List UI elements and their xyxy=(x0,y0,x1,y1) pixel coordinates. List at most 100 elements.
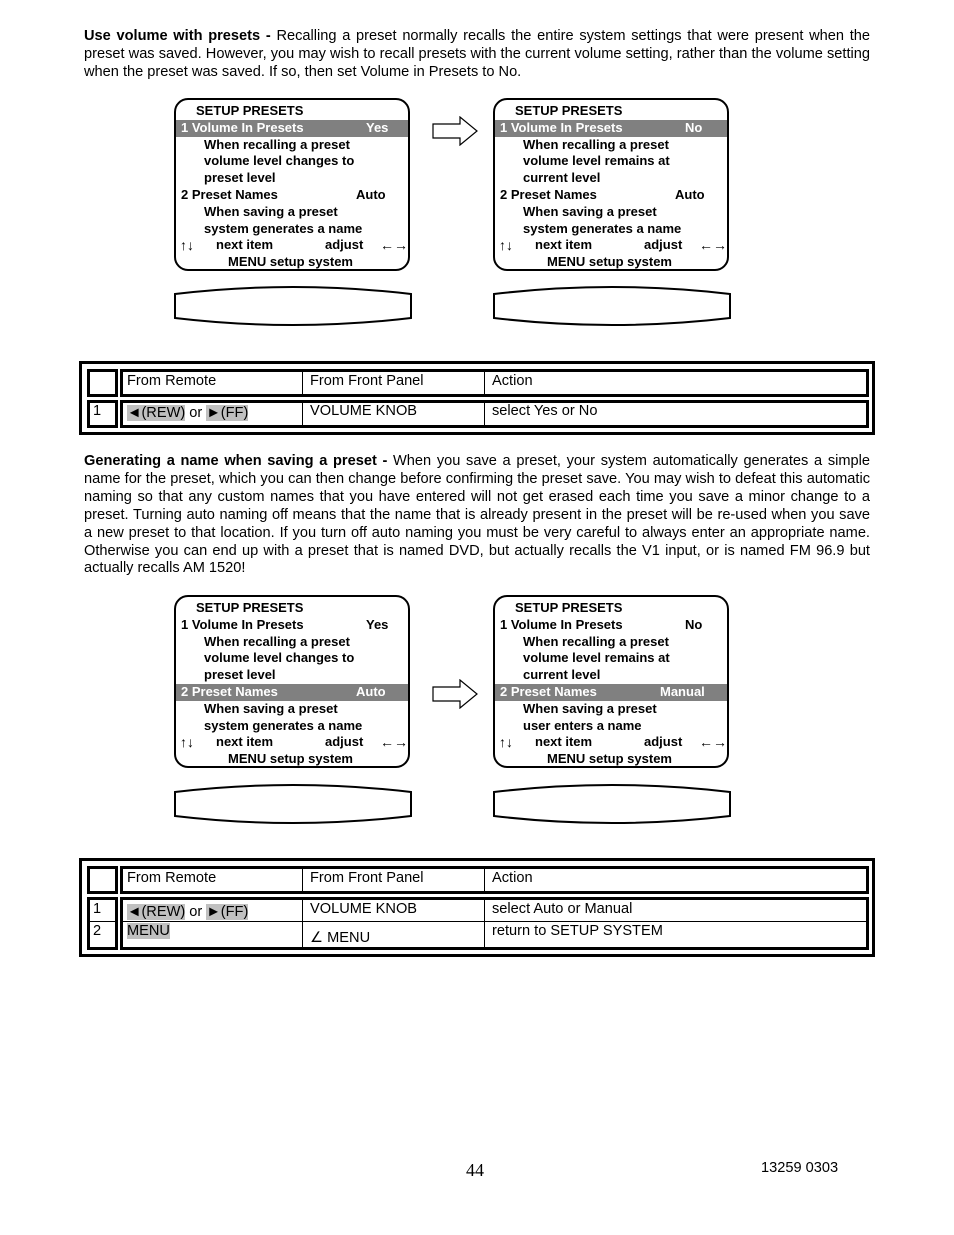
osd-title: SETUP PRESETS xyxy=(515,600,623,615)
osd-item-value: Auto xyxy=(356,684,386,699)
rew-button-label: ◄(REW) xyxy=(127,405,186,421)
osd-title: SETUP PRESETS xyxy=(196,103,304,118)
osd-description-line: When recalling a preset xyxy=(176,634,408,651)
osd-menu-line: MENU setup system xyxy=(176,254,408,270)
remote-buttons: ◄(REW) or ►(FF) xyxy=(127,904,249,920)
osd-screen-volume-no: SETUP PRESETS 1 Volume In Presets No When r… xyxy=(493,98,729,271)
left-right-arrows-icon: ←→ xyxy=(699,734,727,751)
row-number: 1 xyxy=(93,403,102,419)
osd-item-value: Yes xyxy=(366,119,389,135)
osd-next-item-hint: next item xyxy=(535,237,593,253)
osd-item-label: 2 Preset Names xyxy=(500,187,597,202)
volume-presets-heading: Use volume with presets - xyxy=(84,28,271,44)
osd-description-line: When recalling a preset xyxy=(495,634,727,651)
up-down-arrows-icon: ↑↓ xyxy=(499,237,513,254)
osd-navigation-line: ↑↓ next item adjust ←→ xyxy=(176,734,408,751)
osd-description-line: When saving a preset xyxy=(176,204,408,221)
osd-item-volume-in-presets: 1 Volume In Presets No xyxy=(495,119,727,137)
osd-description: user enters a name xyxy=(523,717,642,733)
header-action: Action xyxy=(492,373,533,389)
front-panel-control: VOLUME KNOB xyxy=(310,403,418,419)
osd-description-line: current level xyxy=(495,170,727,187)
osd-item-label: 1 Volume In Presets xyxy=(500,616,623,632)
osd-description: system generates a name xyxy=(523,220,682,236)
row-number: 1 xyxy=(93,901,102,917)
osd-item-value: No xyxy=(685,616,703,632)
osd-description: volume level remains at xyxy=(523,153,670,169)
preset-naming-body: When you save a preset, your system auto… xyxy=(84,453,870,577)
osd-navigation-line: ↑↓ next item adjust ←→ xyxy=(495,237,727,254)
osd-adjust-hint: adjust xyxy=(325,237,364,253)
right-arrow-icon xyxy=(432,679,478,709)
osd-description: When saving a preset xyxy=(523,700,657,716)
osd-item-label: 2 Preset Names xyxy=(181,684,278,699)
osd-title-line: SETUP PRESETS xyxy=(495,600,727,617)
left-right-arrows-icon: ←→ xyxy=(380,237,408,254)
osd-navigation-line: ↑↓ next item adjust ←→ xyxy=(176,237,408,254)
osd-item-volume-in-presets: 1 Volume In Presets Yes xyxy=(176,119,408,137)
document-code: 13259 0303 xyxy=(761,1160,839,1176)
preset-naming-paragraph: Generating a name when saving a preset -… xyxy=(84,453,870,578)
up-down-arrows-icon: ↑↓ xyxy=(499,734,513,751)
header-from-remote: From Remote xyxy=(127,870,217,886)
header-from-front-panel: From Front Panel xyxy=(310,373,424,389)
osd-title-line: SETUP PRESETS xyxy=(495,103,727,120)
osd-title: SETUP PRESETS xyxy=(196,600,304,615)
osd-description: When saving a preset xyxy=(204,700,338,716)
osd-item-volume-in-presets: 1 Volume In Presets Yes xyxy=(176,617,408,634)
osd-description: When recalling a preset xyxy=(204,136,350,152)
row-num-cell xyxy=(87,897,118,950)
header-num-cell xyxy=(87,866,118,894)
up-down-arrows-icon: ↑↓ xyxy=(180,237,194,254)
osd-menu-hint: MENU setup system xyxy=(228,254,353,270)
action-text: select Auto or Manual xyxy=(492,901,633,917)
osd-description: volume level changes to xyxy=(204,650,355,666)
osd-description: When saving a preset xyxy=(523,203,657,219)
osd-description: current level xyxy=(523,667,601,683)
osd-description: system generates a name xyxy=(204,220,363,236)
osd-menu-hint: MENU setup system xyxy=(228,751,353,767)
page-number: 44 xyxy=(466,1160,484,1180)
osd-description-line: current level xyxy=(495,667,727,684)
osd-description: volume level changes to xyxy=(204,153,355,169)
osd-item-label: 1 Volume In Presets xyxy=(500,119,623,135)
osd-item-preset-names: 2 Preset Names Auto xyxy=(176,684,408,701)
osd-description: When recalling a preset xyxy=(523,136,669,152)
osd-item-preset-names: 2 Preset Names Auto xyxy=(176,187,408,204)
volume-knob-display-right xyxy=(493,784,731,824)
preset-naming-heading: Generating a name when saving a preset - xyxy=(84,453,388,469)
osd-description-line: system generates a name xyxy=(176,718,408,735)
osd-item-value: Auto xyxy=(675,187,705,202)
osd-next-item-hint: next item xyxy=(535,734,593,750)
osd-description-line: volume level changes to xyxy=(176,153,408,170)
osd-item-value: No xyxy=(685,119,703,135)
osd-item-label: 2 Preset Names xyxy=(500,684,597,699)
osd-title-line: SETUP PRESETS xyxy=(176,600,408,617)
osd-item-preset-names: 2 Preset Names Auto xyxy=(495,187,727,204)
ff-button-label: ►(FF) xyxy=(206,904,249,920)
osd-next-item-hint: next item xyxy=(216,237,274,253)
osd-description: volume level remains at xyxy=(523,650,670,666)
osd-adjust-hint: adjust xyxy=(644,734,683,750)
osd-description-line: When recalling a preset xyxy=(176,137,408,154)
osd-description-line: system generates a name xyxy=(495,221,727,238)
volume-presets-paragraph: Use volume with presets - Recalling a pr… xyxy=(84,28,870,82)
osd-description-line: system generates a name xyxy=(176,221,408,238)
osd-description: When recalling a preset xyxy=(204,633,350,649)
front-panel-control: ∠ MENU xyxy=(310,930,371,946)
header-action: Action xyxy=(492,870,533,886)
osd-item-volume-in-presets: 1 Volume In Presets No xyxy=(495,617,727,634)
osd-item-label: 1 Volume In Presets xyxy=(181,119,304,135)
osd-description-line: When saving a preset xyxy=(495,701,727,718)
row-number: 2 xyxy=(93,923,102,939)
osd-description-line: volume level remains at xyxy=(495,153,727,170)
header-num-cell xyxy=(87,369,118,397)
osd-menu-line: MENU setup system xyxy=(495,751,727,767)
osd-screen-names-manual: SETUP PRESETS 1 Volume In Presets No When r… xyxy=(493,595,729,768)
osd-item-value: Yes xyxy=(366,616,389,632)
header-from-remote: From Remote xyxy=(127,373,217,389)
osd-description-line: volume level changes to xyxy=(176,650,408,667)
volume-knob-display-right xyxy=(493,286,731,326)
osd-menu-hint: MENU setup system xyxy=(547,751,672,767)
header-from-front-panel: From Front Panel xyxy=(310,870,424,886)
